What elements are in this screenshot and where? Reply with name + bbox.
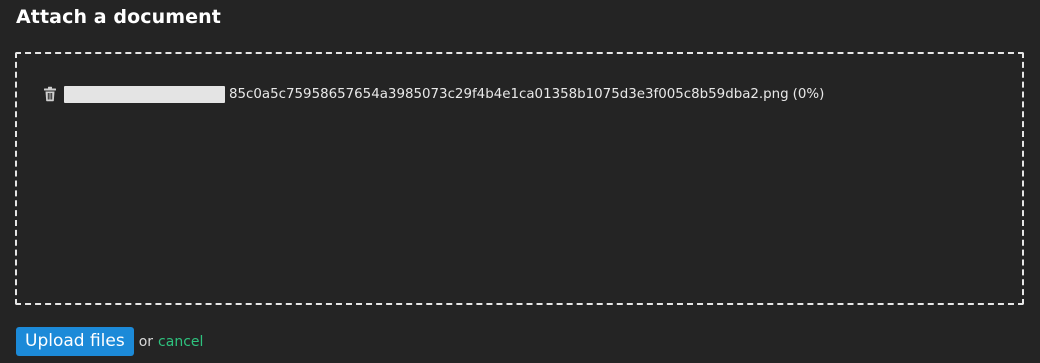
cancel-link[interactable]: cancel bbox=[158, 334, 203, 350]
file-list-item: 85c0a5c75958657654a3985073c29f4b4e1ca013… bbox=[43, 84, 824, 104]
upload-progress: (0%) bbox=[792, 86, 825, 102]
redacted-filename-prefix bbox=[64, 85, 225, 103]
trash-icon[interactable] bbox=[43, 86, 57, 102]
attach-document-panel: Attach a document 85c0a5c75958657654a398… bbox=[0, 0, 1040, 363]
upload-files-button[interactable]: Upload files bbox=[16, 326, 134, 356]
or-separator: or bbox=[138, 334, 154, 350]
upload-actions: Upload files or cancel bbox=[16, 326, 203, 356]
page-title: Attach a document bbox=[16, 6, 221, 28]
file-dropzone[interactable]: 85c0a5c75958657654a3985073c29f4b4e1ca013… bbox=[15, 52, 1024, 305]
file-name: 85c0a5c75958657654a3985073c29f4b4e1ca013… bbox=[229, 86, 789, 102]
